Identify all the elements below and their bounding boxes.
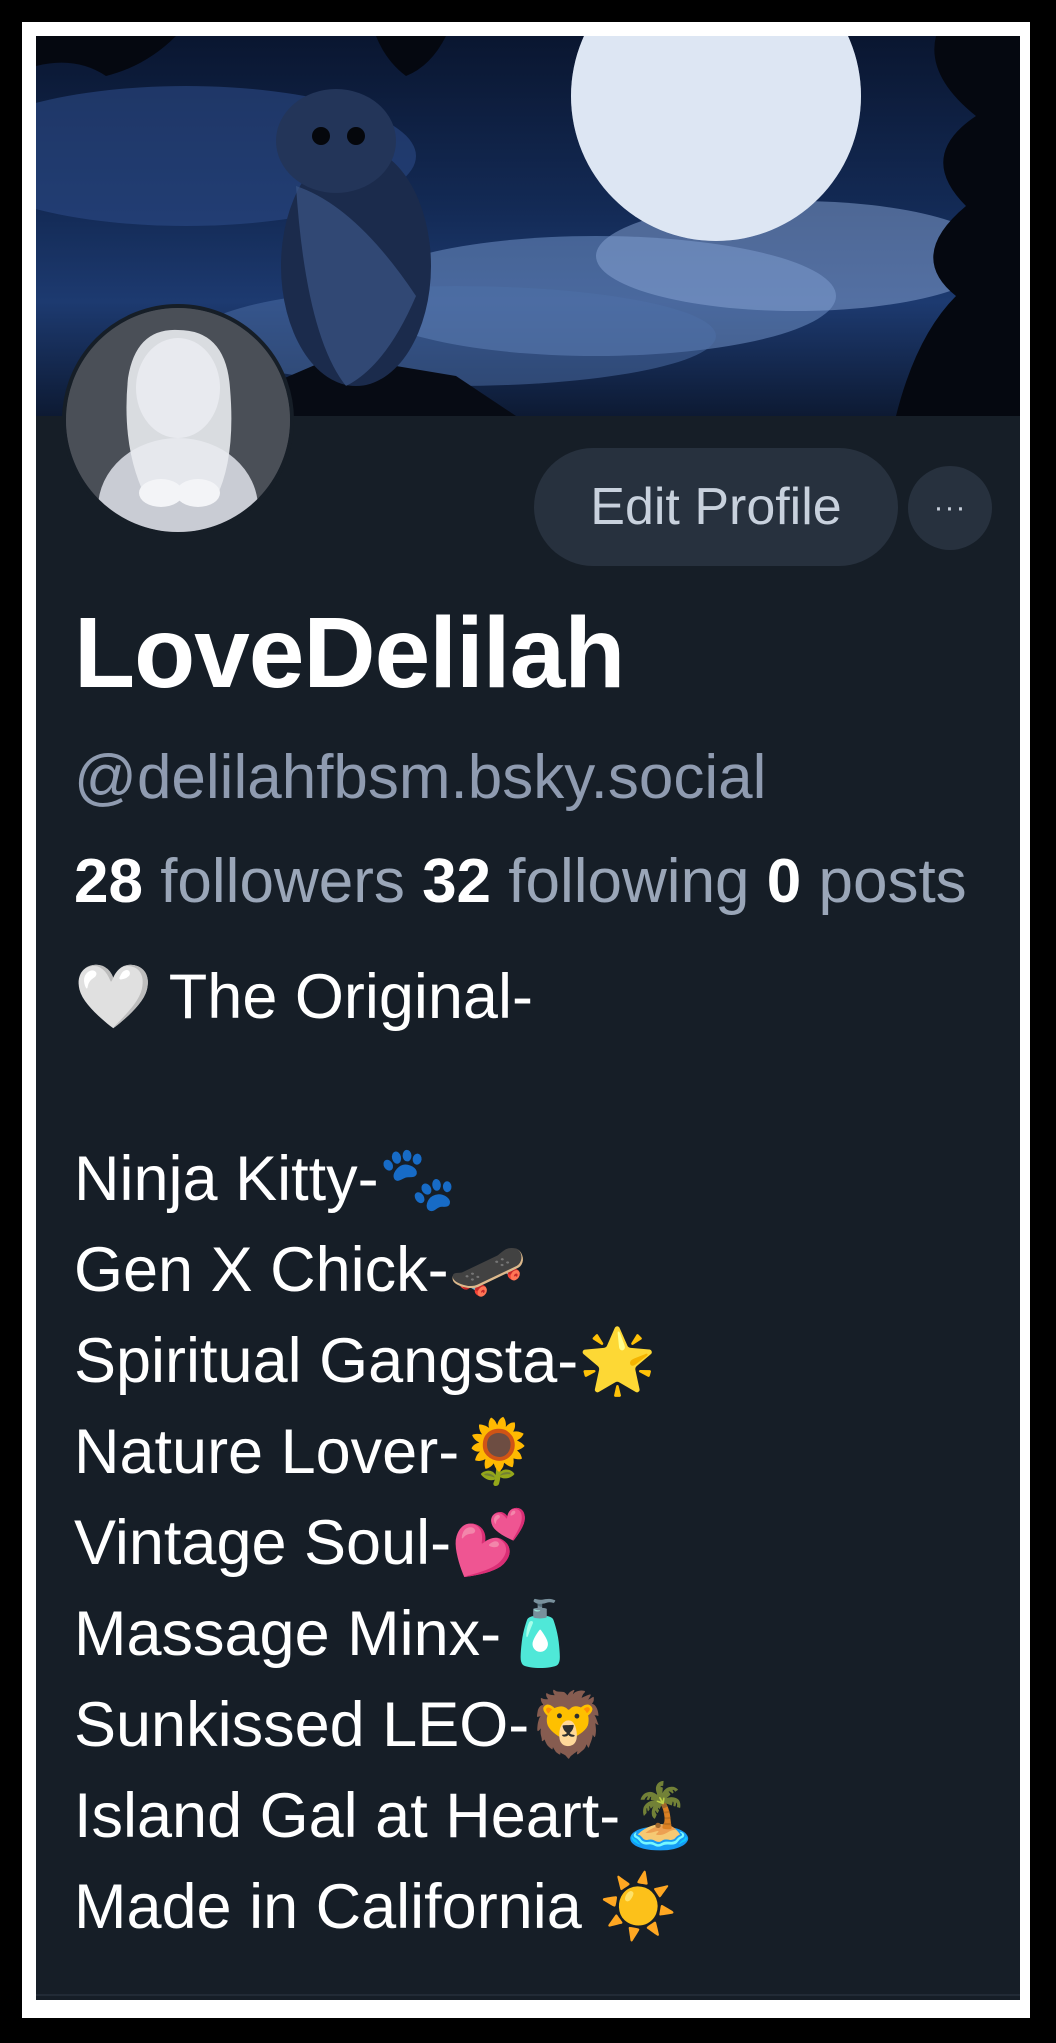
bio-line: Made in California ☀️: [74, 1872, 678, 1942]
user-handle: @delilahfbsm.bsky.social: [74, 743, 767, 812]
bio-line: Gen X Chick-🛹: [74, 1235, 528, 1305]
divider: [36, 1994, 1020, 1996]
display-name: LoveDelilah: [74, 597, 625, 709]
bio-line: Island Gal at Heart-🏝️: [74, 1781, 699, 1851]
avatar-icon: [66, 308, 290, 532]
bio-line: Spiritual Gangsta-🌟: [74, 1326, 657, 1396]
bio-first-line: 🤍 The Original-: [74, 962, 533, 1032]
bio-line: Nature Lover-🌻: [74, 1417, 538, 1487]
bio-spacer: [74, 1043, 1014, 1134]
posts-count: 0: [766, 847, 802, 916]
following-label: following: [508, 847, 750, 916]
followers-count: 28: [74, 847, 143, 916]
bio-line: Vintage Soul-💕: [74, 1508, 530, 1578]
profile-avatar[interactable]: [62, 304, 294, 536]
followers-link[interactable]: 28 followers: [74, 847, 405, 916]
posts-label: posts: [818, 847, 967, 916]
profile-card: Edit Profile ··· LoveDelilah @delilahfbs…: [36, 36, 1020, 2000]
profile-stats: 28 followers 32 following 0 posts: [74, 846, 1020, 917]
bio-line: Sunkissed LEO-🦁: [74, 1690, 608, 1760]
more-options-button[interactable]: ···: [908, 466, 992, 550]
posts-link[interactable]: 0 posts: [767, 847, 967, 916]
following-count: 32: [422, 847, 492, 916]
edit-profile-button[interactable]: Edit Profile: [534, 448, 898, 566]
following-link[interactable]: 32 following: [422, 847, 749, 916]
bio-line: Ninja Kitty-🐾: [74, 1144, 458, 1214]
profile-bio: 🤍 The Original- Ninja Kitty-🐾 Gen X Chic…: [74, 952, 1014, 1953]
followers-label: followers: [160, 847, 405, 916]
bio-line: Massage Minx-🧴: [74, 1599, 580, 1669]
